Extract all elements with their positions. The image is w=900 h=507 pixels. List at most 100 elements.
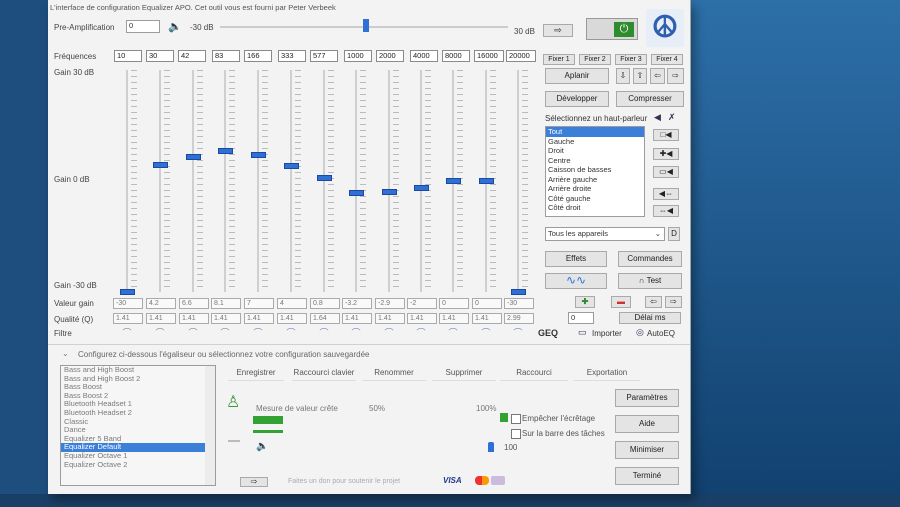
band-slider-track[interactable] <box>257 70 259 292</box>
quality-value-input[interactable]: 1.41 <box>179 313 209 324</box>
speaker-item[interactable]: Arrière gauche <box>546 175 644 185</box>
quality-value-input[interactable]: 1.41 <box>244 313 274 324</box>
autoeq-button[interactable]: AutoEQ <box>647 329 675 338</box>
band-slider-track[interactable] <box>224 70 226 292</box>
peak-filter-icon[interactable]: ⌒ <box>146 328 174 338</box>
preset-scrollbar[interactable] <box>205 366 215 485</box>
preamp-slider-thumb[interactable] <box>363 19 369 32</box>
collapse-icon[interactable]: ⌄ <box>62 349 69 358</box>
compress-button[interactable]: Compresser <box>616 91 684 107</box>
geq-label[interactable]: GEQ <box>538 328 558 338</box>
gain-value-input[interactable]: -2 <box>407 298 437 309</box>
speaker-layout-2-icon[interactable]: ✚◀ <box>653 148 679 160</box>
effects-button[interactable]: Effets <box>545 251 607 267</box>
delay-input[interactable]: 0 <box>568 312 594 324</box>
test-button[interactable]: ∩ Test <box>618 273 682 289</box>
freq-input-7[interactable]: 577 <box>310 50 338 62</box>
quality-value-input[interactable]: 1.41 <box>375 313 405 324</box>
minimize-button[interactable]: Minimiser <box>615 441 679 459</box>
speaker-mute-icon[interactable]: ◀ <box>654 112 661 123</box>
arrow-left-icon[interactable]: ⇦ <box>650 68 665 84</box>
commands-button[interactable]: Commandes <box>618 251 682 267</box>
arrow-right-icon[interactable]: ⇨ <box>667 68 684 84</box>
quality-value-input[interactable]: 1.64 <box>310 313 340 324</box>
action-tab[interactable]: Supprimer <box>432 366 496 381</box>
fix-2-button[interactable]: Fixer 2 <box>579 54 611 65</box>
gain-value-input[interactable]: 0 <box>472 298 502 309</box>
freq-input-4[interactable]: 83 <box>212 50 240 62</box>
expand-button[interactable]: Développer <box>545 91 609 107</box>
gain-value-input[interactable]: -3.2 <box>342 298 372 309</box>
band-slider-thumb[interactable] <box>284 163 299 170</box>
preamp-input[interactable]: 0 <box>126 20 160 33</box>
quality-value-input[interactable]: 2.99 <box>504 313 534 324</box>
speaker-layout-3-icon[interactable]: ▭◀ <box>653 166 679 178</box>
band-slider-thumb[interactable] <box>349 189 364 196</box>
band-slider-track[interactable] <box>420 70 422 292</box>
band-slider-thumb[interactable] <box>414 185 429 192</box>
action-tab[interactable]: Renommer <box>362 366 426 381</box>
freq-input-11[interactable]: 8000 <box>442 50 470 62</box>
prevent-clip-checkbox[interactable] <box>511 414 521 424</box>
gain-value-input[interactable]: 0.8 <box>310 298 340 309</box>
peak-filter-icon[interactable]: ⌒ <box>310 328 338 338</box>
shortcut-icon[interactable]: ⇨ <box>240 477 268 487</box>
band-slider-track[interactable] <box>355 70 357 292</box>
gain-value-input[interactable]: 4.2 <box>146 298 176 309</box>
speaker-list[interactable]: Tout Gauche Droit Centre Caisson de bass… <box>545 126 645 217</box>
band-slider-thumb[interactable] <box>120 289 135 295</box>
quality-value-input[interactable]: 1.41 <box>113 313 143 324</box>
speaker-layout-5-icon[interactable]: ⇔◀ <box>653 205 679 217</box>
speaker-unlink-icon[interactable]: ✗ <box>668 112 676 123</box>
peak-filter-icon[interactable]: ⌒ <box>179 328 207 338</box>
gain-value-input[interactable]: 4 <box>277 298 307 309</box>
peak-filter-icon[interactable]: ⌒ <box>504 328 532 338</box>
band-slider-track[interactable] <box>517 70 519 292</box>
freq-input-5[interactable]: 166 <box>244 50 272 62</box>
peak-filter-icon[interactable]: ⌒ <box>375 328 403 338</box>
volume-slider-thumb[interactable] <box>488 442 494 452</box>
band-slider-track[interactable] <box>388 70 390 292</box>
peak-filter-icon[interactable]: ⌒ <box>113 328 141 338</box>
freq-input-2[interactable]: 30 <box>146 50 174 62</box>
arrow-up-icon[interactable]: ⇧ <box>633 68 647 84</box>
peak-filter-icon[interactable]: ⌒ <box>244 328 272 338</box>
speaker-item[interactable]: Côté gauche <box>546 194 644 204</box>
band-slider-track[interactable] <box>192 70 194 292</box>
power-icon[interactable]: ⏻ <box>614 22 634 37</box>
action-tab[interactable]: Raccourci clavier <box>292 366 356 381</box>
quality-value-input[interactable]: 1.41 <box>211 313 241 324</box>
band-slider-thumb[interactable] <box>186 153 201 160</box>
band-slider-thumb[interactable] <box>511 289 526 295</box>
freq-input-3[interactable]: 42 <box>178 50 206 62</box>
peak-filter-icon[interactable]: ⌒ <box>277 328 305 338</box>
freq-input-12[interactable]: 16000 <box>474 50 504 62</box>
gain-value-input[interactable]: -30 <box>113 298 143 309</box>
device-button[interactable]: D <box>668 227 680 241</box>
speaker-item[interactable]: Côté droit <box>546 203 644 213</box>
gain-value-input[interactable]: 6.6 <box>179 298 209 309</box>
donate-link[interactable]: Faites un don pour soutenir le projet <box>288 478 400 485</box>
quality-value-input[interactable]: 1.41 <box>472 313 502 324</box>
band-slider-track[interactable] <box>126 70 128 292</box>
shift-right-icon[interactable]: ⇨ <box>665 296 682 308</box>
speaker-layout-4-icon[interactable]: ◀⇔ <box>653 188 679 200</box>
quality-value-input[interactable]: 1.41 <box>439 313 469 324</box>
freq-input-6[interactable]: 333 <box>278 50 306 62</box>
quality-value-input[interactable]: 1.41 <box>342 313 372 324</box>
preset-item[interactable]: Equalizer Octave 2 <box>61 460 215 470</box>
shift-left-icon[interactable]: ⇦ <box>645 296 662 308</box>
peak-filter-icon[interactable]: ⌒ <box>407 328 435 338</box>
settings-button[interactable]: Paramètres <box>615 389 679 407</box>
preamp-reset-button[interactable]: ⇨ <box>543 24 573 37</box>
preset-list[interactable]: Bass and High Boost Bass and High Boost 2… <box>60 365 216 486</box>
speaker-item[interactable]: Arrière droite <box>546 184 644 194</box>
device-select[interactable]: Tous les appareils ⌄ <box>545 227 665 241</box>
peak-filter-icon[interactable]: ⌒ <box>472 328 500 338</box>
quality-value-input[interactable]: 1.41 <box>407 313 437 324</box>
fix-1-button[interactable]: Fixer 1 <box>543 54 575 65</box>
freq-input-13[interactable]: 20000 <box>506 50 536 62</box>
action-tab[interactable]: Raccourci <box>500 366 568 381</box>
action-tab[interactable]: Enregistrer <box>228 366 284 381</box>
band-slider-thumb[interactable] <box>382 188 397 195</box>
